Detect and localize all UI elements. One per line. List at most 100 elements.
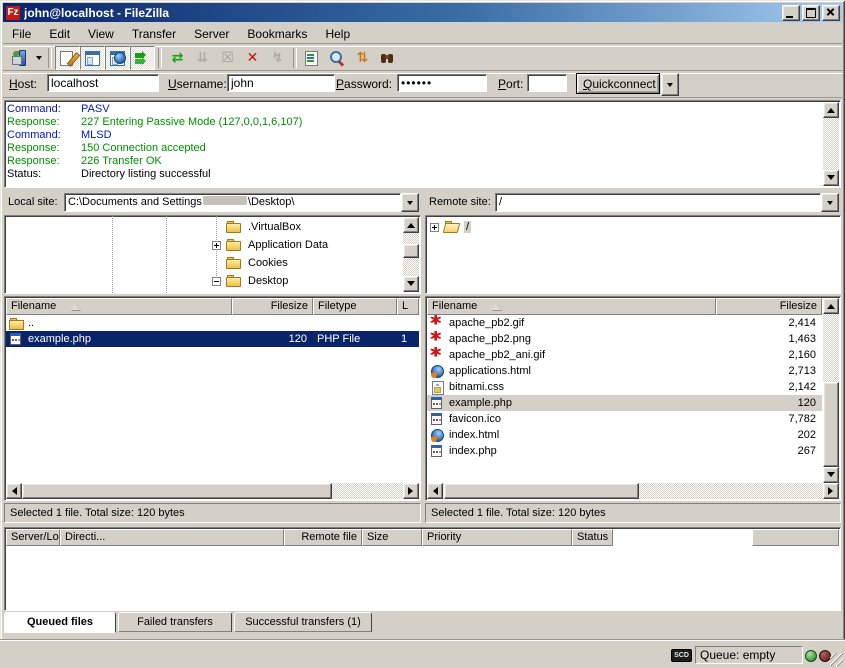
file-row[interactable]: index.html 202 <box>427 427 822 443</box>
scroll-down-button[interactable] <box>403 276 419 292</box>
local-list-hscrollbar[interactable] <box>6 483 419 499</box>
synchronized-browsing-button[interactable]: ⇅ <box>350 46 375 70</box>
tree-item[interactable]: Cookies <box>5 254 402 272</box>
tree-expander-icon[interactable] <box>212 241 221 250</box>
filter-button[interactable] <box>300 46 325 70</box>
remote-site-combo[interactable]: / <box>495 193 839 212</box>
queue-column-header[interactable]: Priority <box>422 529 572 546</box>
scroll-up-button[interactable] <box>823 102 839 118</box>
tab-successful-transfers[interactable]: Successful transfers (1) <box>234 612 372 632</box>
scroll-right-button[interactable] <box>403 483 419 499</box>
scroll-left-button[interactable] <box>6 483 22 499</box>
scroll-down-button[interactable] <box>823 467 839 483</box>
resize-grip[interactable] <box>830 653 843 666</box>
username-input[interactable] <box>227 74 335 92</box>
scroll-thumb[interactable] <box>22 483 332 499</box>
minimize-button[interactable] <box>782 5 800 21</box>
tree-item-label[interactable]: Cookies <box>246 257 290 269</box>
quickconnect-button[interactable]: Quickconnect <box>576 73 660 94</box>
file-row[interactable]: example.php 120 PHP File 1 <box>6 331 419 347</box>
file-row[interactable]: applications.html 2,713 <box>427 363 822 379</box>
tree-item-label[interactable]: .VirtualBox <box>246 221 303 233</box>
scroll-up-button[interactable] <box>823 298 839 314</box>
local-path[interactable]: C:\Documents and Settings\Desktop\ <box>64 193 401 212</box>
refresh-button[interactable]: ⇄ <box>165 46 190 70</box>
menu-item[interactable]: File <box>3 25 40 43</box>
toggle-remote-tree-button[interactable] <box>105 46 130 70</box>
menu-item[interactable]: Edit <box>40 25 79 43</box>
file-row[interactable]: apache_pb2.gif 2,414 <box>427 315 822 331</box>
scroll-thumb[interactable] <box>403 244 419 258</box>
column-header-filename[interactable]: Filename <box>6 298 232 315</box>
maximize-button[interactable] <box>802 5 820 21</box>
scroll-thumb[interactable] <box>823 382 839 467</box>
menu-item[interactable]: Help <box>316 25 359 43</box>
menu-item[interactable]: Server <box>185 25 238 43</box>
site-manager-dropdown[interactable] <box>32 47 45 69</box>
tree-item[interactable]: Application Data <box>5 236 402 254</box>
find-files-button[interactable] <box>375 46 400 70</box>
file-row[interactable]: index.php 267 <box>427 443 822 459</box>
password-input[interactable] <box>397 74 487 92</box>
file-row[interactable]: bitnami.css 2,142 <box>427 379 822 395</box>
file-row[interactable]: apache_pb2_ani.gif 2,160 <box>427 347 822 363</box>
remote-path[interactable]: / <box>495 193 821 212</box>
tree-expander-icon[interactable] <box>212 277 221 286</box>
local-tree-scrollbar[interactable] <box>403 217 419 292</box>
host-input[interactable] <box>47 74 159 92</box>
column-header-filesize[interactable]: Filesize <box>716 298 822 315</box>
tree-item[interactable]: / <box>430 218 838 236</box>
disconnect-button[interactable]: ✕ <box>240 46 265 70</box>
reconnect-button[interactable]: ↯ <box>265 46 290 70</box>
menu-item[interactable]: Transfer <box>123 25 185 43</box>
toggle-transfer-queue-button[interactable] <box>130 46 155 70</box>
remote-path-dropdown[interactable] <box>821 193 839 212</box>
scroll-left-button[interactable] <box>427 483 443 499</box>
column-header-filesize[interactable]: Filesize <box>232 298 313 315</box>
file-row[interactable]: .. <box>6 315 419 331</box>
column-header-partial[interactable]: L <box>397 298 419 315</box>
queue-column-header[interactable]: Directi... <box>60 529 284 546</box>
quickconnect-dropdown[interactable] <box>661 73 679 96</box>
toggle-message-log-button[interactable] <box>55 46 80 70</box>
process-queue-button[interactable]: ⇊ <box>190 46 215 70</box>
remote-list-hscrollbar[interactable] <box>427 483 839 499</box>
local-path-dropdown[interactable] <box>401 193 419 212</box>
activity-led-green-icon <box>805 650 817 662</box>
tab-failed-transfers[interactable]: Failed transfers <box>118 612 232 632</box>
chevron-down-icon <box>667 83 673 90</box>
remote-list-scrollbar[interactable] <box>823 298 839 483</box>
site-manager-button[interactable] <box>7 46 32 70</box>
tree-item[interactable]: Desktop <box>5 272 402 290</box>
file-row[interactable]: favicon.ico 7,782 <box>427 411 822 427</box>
tab-queued-files[interactable]: Queued files <box>4 612 116 633</box>
column-header-filename[interactable]: Filename <box>427 298 716 315</box>
log-scrollbar[interactable] <box>823 102 839 186</box>
queue-column-header[interactable]: Size <box>362 529 422 546</box>
tree-item-label[interactable]: / <box>464 221 471 233</box>
port-input[interactable] <box>527 74 567 92</box>
tree-item-label[interactable]: Application Data <box>246 239 330 251</box>
toggle-local-tree-button[interactable] <box>80 46 105 70</box>
scroll-up-button[interactable] <box>403 217 419 233</box>
close-button[interactable] <box>822 5 840 21</box>
tree-expander-icon[interactable] <box>430 223 439 232</box>
local-site-combo[interactable]: C:\Documents and Settings\Desktop\ <box>64 193 419 212</box>
tree-item[interactable]: .VirtualBox <box>5 218 402 236</box>
directory-comparison-button[interactable] <box>325 46 350 70</box>
file-icon <box>9 317 25 330</box>
scroll-thumb[interactable] <box>444 483 639 499</box>
site-manager-icon <box>11 50 28 66</box>
queue-column-header[interactable]: Server/Local file <box>6 529 60 546</box>
queue-column-header[interactable]: Remote file <box>284 529 362 546</box>
file-row[interactable]: example.php 120 <box>427 395 822 411</box>
scroll-right-button[interactable] <box>823 483 839 499</box>
tree-item-label[interactable]: Desktop <box>246 275 290 287</box>
column-header-filetype[interactable]: Filetype <box>313 298 397 315</box>
scroll-down-button[interactable] <box>823 170 839 186</box>
menu-item[interactable]: View <box>79 25 123 43</box>
menu-item[interactable]: Bookmarks <box>238 25 316 43</box>
queue-column-header[interactable]: Status <box>572 529 613 546</box>
file-row[interactable]: apache_pb2.png 1,463 <box>427 331 822 347</box>
cancel-operation-button[interactable]: ☒ <box>215 46 240 70</box>
